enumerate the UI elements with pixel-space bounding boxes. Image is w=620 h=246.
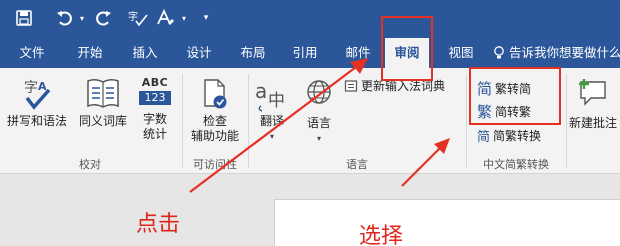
arrow-to-review-tab <box>189 58 368 193</box>
arrow-to-conversion <box>401 138 450 187</box>
annotation-click-text: 点击 <box>136 212 181 237</box>
annotation-select-text: 选择 <box>359 224 404 246</box>
annotation-arrows <box>189 58 450 193</box>
